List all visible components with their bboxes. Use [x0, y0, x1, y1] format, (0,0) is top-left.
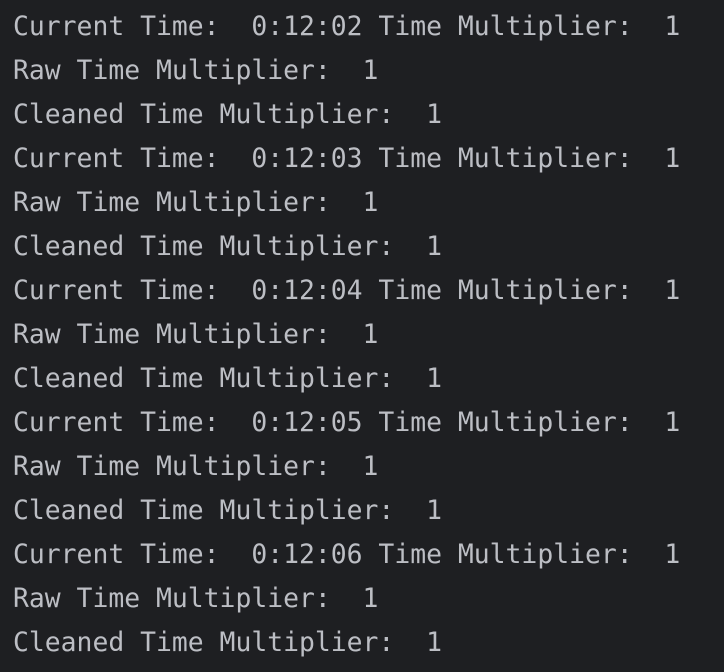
console-line-raw-multiplier: Raw Time Multiplier: 1 — [13, 187, 379, 218]
console-output[interactable]: Current Time: 0:12:02 Time Multiplier: 1… — [0, 0, 724, 672]
console-line-current-time: Current Time: 0:12:03 Time Multiplier: 1 — [13, 143, 681, 174]
console-line-cleaned-multiplier: Cleaned Time Multiplier: 1 — [13, 363, 442, 394]
console-line-current-time: Current Time: 0:12:05 Time Multiplier: 1 — [13, 407, 681, 438]
console-line-raw-multiplier: Raw Time Multiplier: 1 — [13, 451, 379, 482]
console-line-current-time: Current Time: 0:12:04 Time Multiplier: 1 — [13, 275, 681, 306]
console-line-current-time: Current Time: 0:12:02 Time Multiplier: 1 — [13, 11, 681, 42]
console-line-current-time: Current Time: 0:12:06 Time Multiplier: 1 — [13, 539, 681, 570]
console-line-raw-multiplier: Raw Time Multiplier: 1 — [13, 319, 379, 350]
console-line-cleaned-multiplier: Cleaned Time Multiplier: 1 — [13, 99, 442, 130]
console-line-raw-multiplier: Raw Time Multiplier: 1 — [13, 55, 379, 86]
console-line-cleaned-multiplier: Cleaned Time Multiplier: 1 — [13, 495, 442, 526]
console-line-cleaned-multiplier: Cleaned Time Multiplier: 1 — [13, 627, 442, 658]
console-line-raw-multiplier: Raw Time Multiplier: 1 — [13, 583, 379, 614]
console-line-cleaned-multiplier: Cleaned Time Multiplier: 1 — [13, 231, 442, 262]
